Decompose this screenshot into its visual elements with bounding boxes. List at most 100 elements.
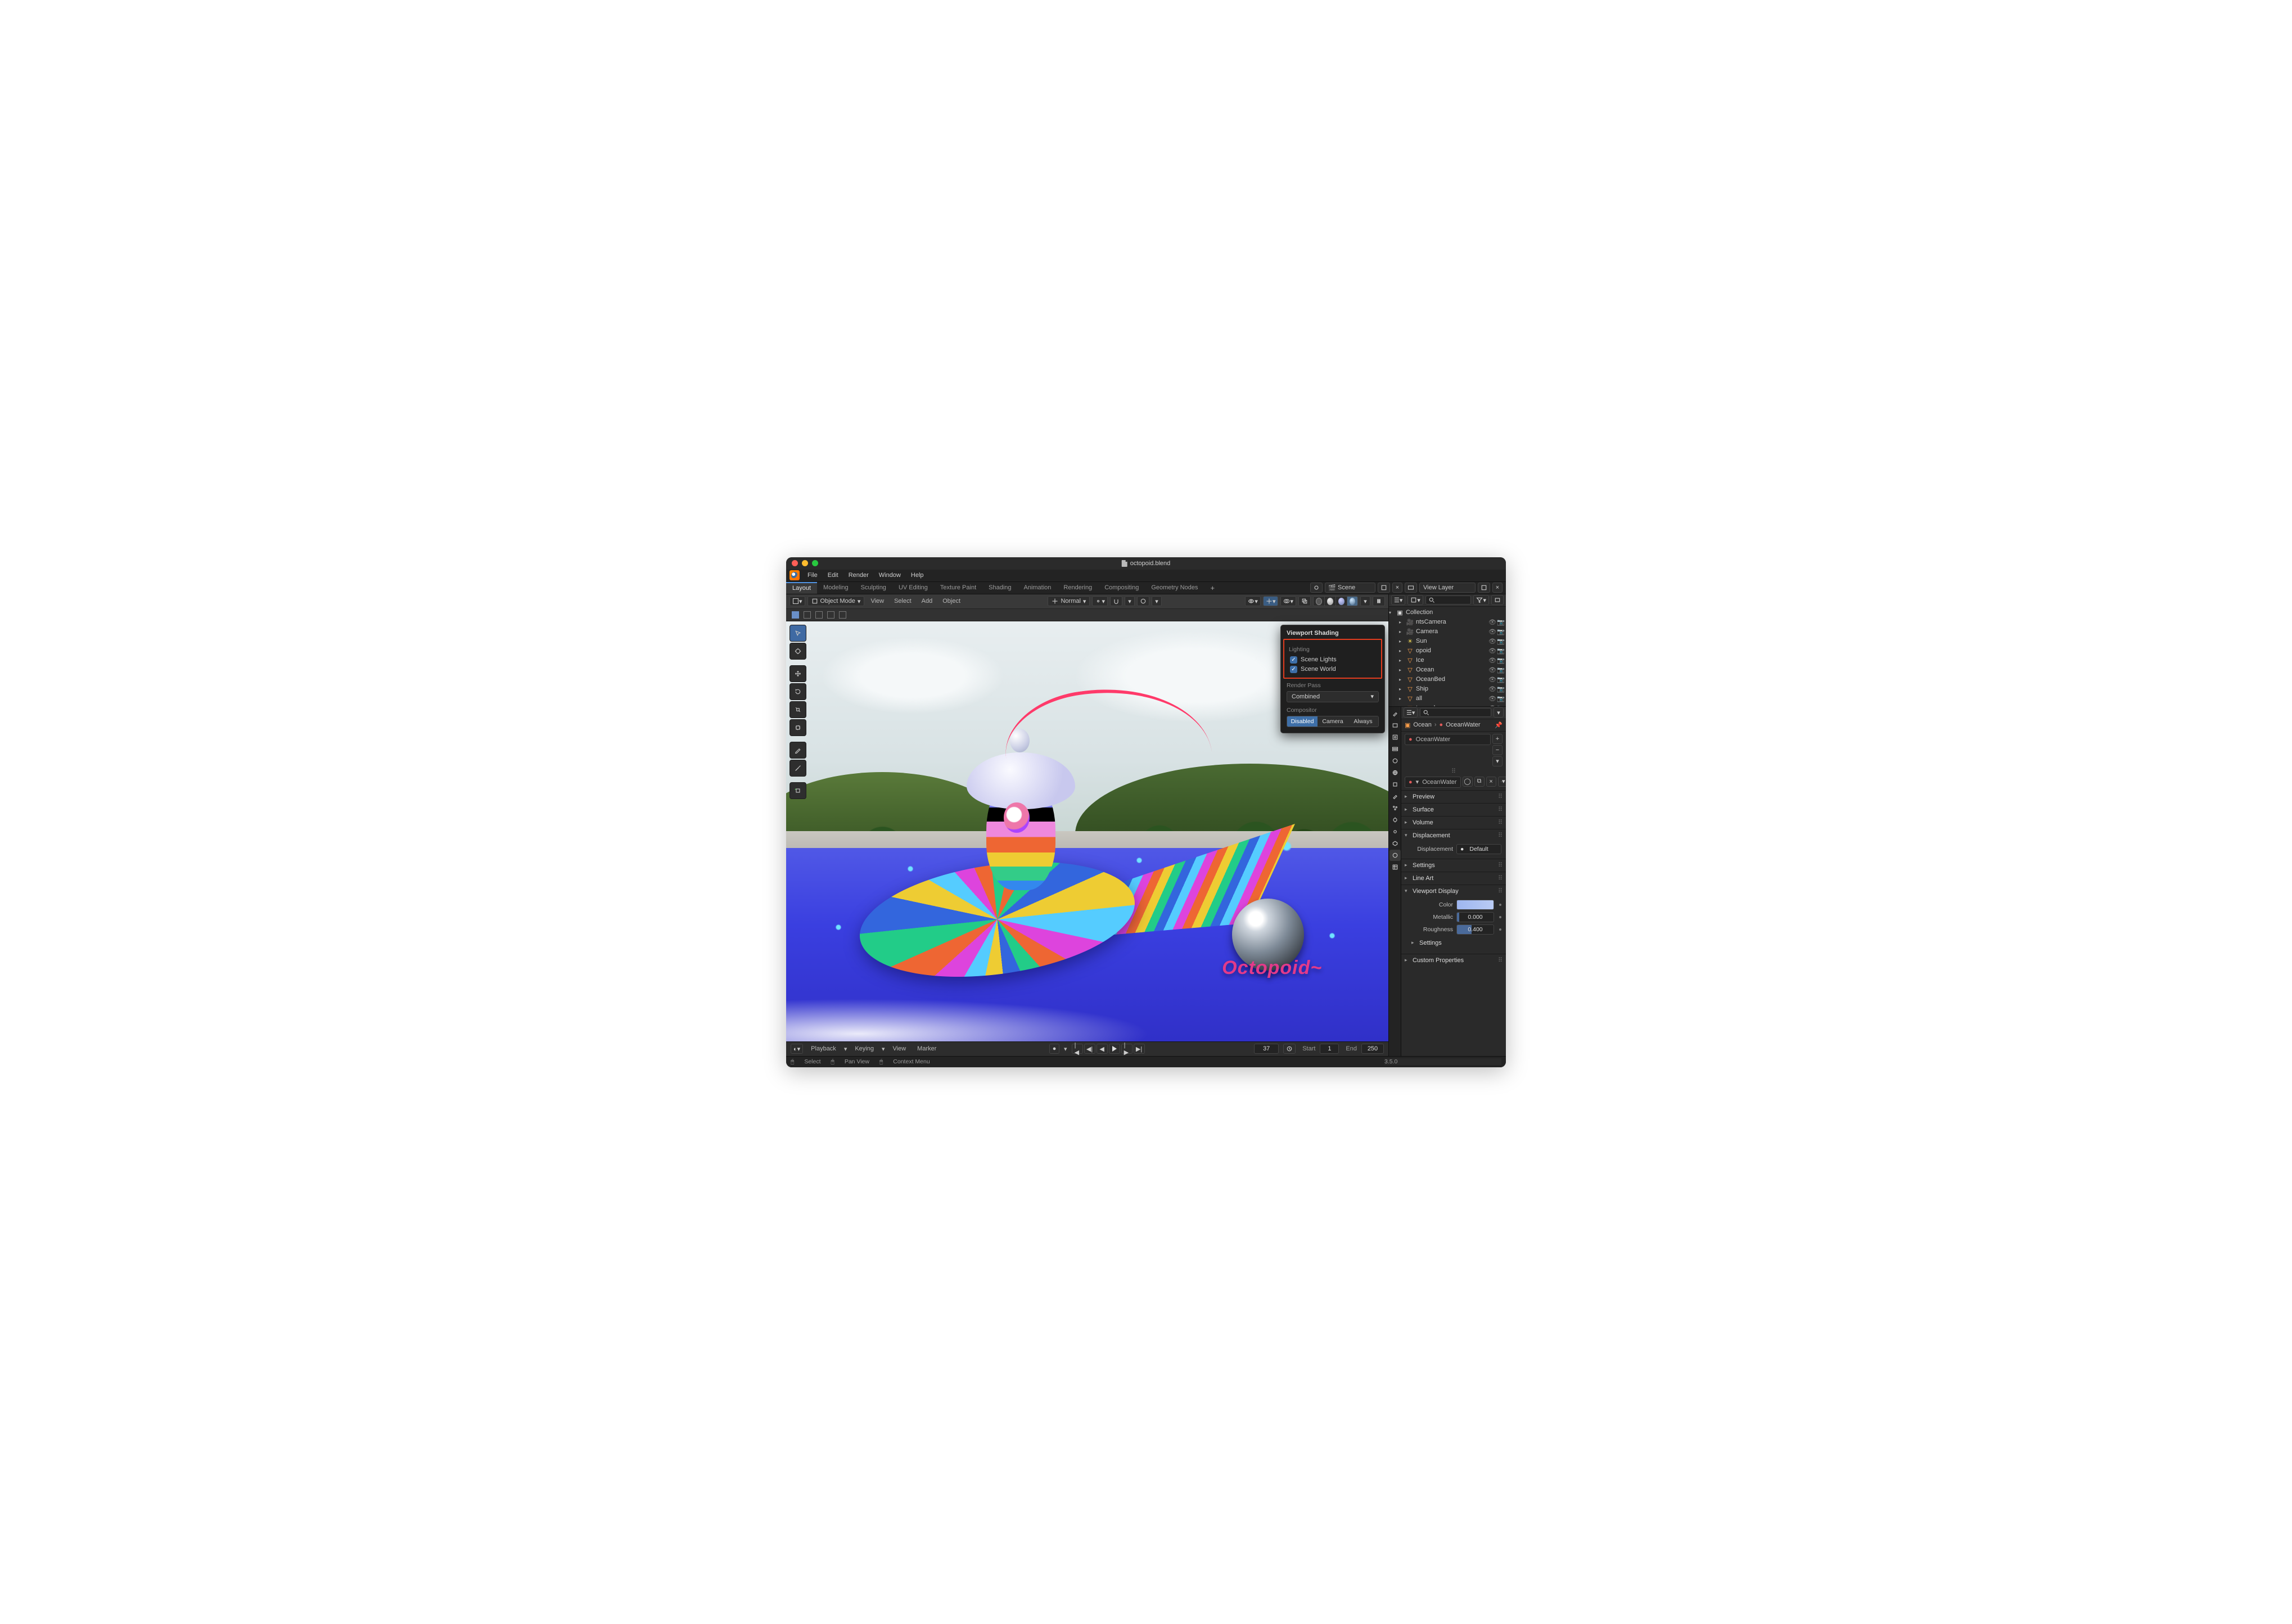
ptab-render[interactable] [1389, 720, 1401, 731]
play-reverse[interactable]: ◀ [1097, 1044, 1108, 1054]
anim-dot-color[interactable] [1499, 904, 1501, 906]
minimize-window-button[interactable] [802, 560, 808, 566]
jump-start[interactable]: |◀ [1072, 1044, 1083, 1054]
gizmo-toggle[interactable]: ▾ [1263, 596, 1279, 606]
shading-wireframe[interactable] [1313, 596, 1324, 606]
outliner-item[interactable]: Ocean [1416, 666, 1486, 673]
outliner-item[interactable]: termark [1416, 705, 1486, 706]
outliner-collection[interactable]: Collection [1406, 609, 1504, 616]
tool-scale[interactable] [789, 701, 806, 718]
frame-start[interactable]: 1 [1320, 1044, 1339, 1054]
timeline-playback[interactable]: Playback [807, 1044, 840, 1054]
select-mode-5[interactable] [839, 611, 846, 619]
viewport-metallic[interactable]: 0.000 [1456, 912, 1494, 922]
ptab-physics[interactable] [1389, 814, 1401, 825]
renderpass-select[interactable]: Combined▾ [1287, 691, 1379, 702]
pin-icon[interactable]: 📌 [1495, 721, 1503, 729]
ptab-particles[interactable] [1389, 802, 1401, 814]
select-mode-1[interactable] [792, 611, 799, 619]
render-toggle[interactable]: 📷 [1497, 647, 1504, 655]
render-toggle[interactable]: 📷 [1497, 705, 1504, 706]
jump-end[interactable]: ▶| [1134, 1044, 1145, 1054]
compositor-camera[interactable]: Camera [1318, 716, 1348, 727]
shading-solid[interactable] [1324, 596, 1336, 606]
render-toggle[interactable]: 📷 [1497, 628, 1504, 635]
panel-custom-properties[interactable]: ▸Custom Properties⠿ [1401, 954, 1506, 967]
ptab-world[interactable] [1389, 767, 1401, 778]
outliner-item[interactable]: Ice [1416, 657, 1486, 664]
blender-logo[interactable] [789, 570, 800, 580]
outliner-item[interactable]: Ship [1416, 685, 1486, 692]
menu-file[interactable]: File [803, 570, 822, 580]
ptab-output[interactable] [1389, 732, 1401, 743]
outliner-item[interactable]: all [1416, 695, 1486, 702]
scene-delete-button[interactable]: × [1392, 583, 1402, 593]
select-mode-2[interactable] [804, 611, 811, 619]
outliner-item[interactable]: Camera [1416, 628, 1486, 635]
render-toggle[interactable]: 📷 [1497, 619, 1504, 626]
panel-surface[interactable]: ▸Surface⠿ [1401, 804, 1506, 816]
scene-browse-icon[interactable] [1310, 583, 1323, 593]
properties-editor-type[interactable]: ☰▾ [1404, 707, 1418, 718]
timeline-editor-type[interactable]: ◐▾ [791, 1044, 803, 1054]
tool-annotate[interactable] [789, 742, 806, 759]
viewlayer-new-button[interactable] [1478, 583, 1490, 593]
mat-unlink[interactable]: × [1486, 777, 1496, 787]
crumb-material[interactable]: OceanWater [1446, 721, 1480, 728]
render-toggle[interactable]: 📷 [1497, 657, 1504, 664]
ptab-viewlayer[interactable] [1389, 743, 1401, 755]
tool-cursor[interactable] [789, 643, 806, 660]
proportional-toggle[interactable] [1137, 596, 1149, 606]
ptab-scene[interactable] [1389, 755, 1401, 766]
eye-toggle[interactable]: 👁 [1488, 638, 1495, 645]
panel-preview[interactable]: ▸Preview⠿ [1401, 791, 1506, 803]
properties-search[interactable] [1420, 708, 1491, 717]
autokey-toggle[interactable]: ● [1049, 1044, 1059, 1054]
eye-toggle[interactable]: 👁 [1488, 666, 1495, 674]
material-datablock[interactable]: ●▾ OceanWater [1405, 777, 1461, 788]
panel-settings[interactable]: ▸Settings⠿ [1401, 859, 1506, 872]
tab-modeling[interactable]: Modeling [817, 582, 855, 594]
preview-range-toggle[interactable] [1283, 1044, 1296, 1054]
anim-dot-metallic[interactable] [1499, 916, 1501, 918]
ptab-tool[interactable] [1389, 708, 1401, 719]
panel-volume[interactable]: ▸Volume⠿ [1401, 816, 1506, 829]
compositor-disabled[interactable]: Disabled [1287, 716, 1318, 727]
mat-new[interactable]: ⧉ [1474, 777, 1485, 787]
ptab-modifiers[interactable] [1389, 791, 1401, 802]
scene-new-button[interactable] [1378, 583, 1390, 593]
mat-fakeuser[interactable]: ◯ [1463, 777, 1473, 787]
pause-render-button[interactable] [1373, 596, 1385, 606]
frame-end[interactable]: 250 [1361, 1044, 1384, 1054]
vp-menu-add[interactable]: Add [918, 596, 937, 606]
select-mode-3[interactable] [815, 611, 823, 619]
slot-menu[interactable]: ▾ [1492, 756, 1503, 766]
ptab-data[interactable] [1389, 838, 1401, 849]
slot-drag-handle[interactable]: ⠿ [1451, 768, 1456, 775]
viewlayer-name[interactable]: View Layer [1423, 584, 1454, 591]
material-slot[interactable]: ●OceanWater [1405, 734, 1491, 745]
panel-lineart[interactable]: ▸Line Art⠿ [1401, 872, 1506, 885]
tab-layout[interactable]: Layout [786, 582, 817, 594]
eye-toggle[interactable]: 👁 [1488, 628, 1495, 635]
scene-name[interactable]: Scene [1338, 584, 1355, 591]
viewlayer-delete-button[interactable]: × [1492, 583, 1503, 593]
outliner-item[interactable]: OceanBed [1416, 676, 1486, 683]
compositor-always[interactable]: Always [1348, 716, 1378, 727]
panel-displacement[interactable]: ▾Displacement⠿ [1401, 829, 1506, 842]
outliner-item[interactable]: Sun [1416, 638, 1486, 644]
outliner-display-mode[interactable]: ▾ [1407, 595, 1423, 605]
ptab-constraints[interactable] [1389, 826, 1401, 837]
eye-toggle[interactable]: 👁 [1488, 619, 1495, 626]
tab-texture-paint[interactable]: Texture Paint [934, 582, 982, 594]
outliner-editor-type[interactable]: ☰▾ [1391, 595, 1405, 605]
tab-uv-editing[interactable]: UV Editing [892, 582, 934, 594]
outliner-item[interactable]: ntsCamera [1416, 619, 1486, 625]
timeline-keying[interactable]: Keying [851, 1044, 877, 1054]
menu-window[interactable]: Window [874, 570, 905, 580]
timeline-view[interactable]: View [890, 1044, 910, 1054]
panel-viewport-display[interactable]: ▾Viewport Display⠿ [1401, 885, 1506, 897]
outliner-item[interactable]: opoid [1416, 647, 1486, 654]
tool-select-box[interactable] [789, 625, 806, 642]
xray-toggle[interactable] [1298, 596, 1311, 606]
